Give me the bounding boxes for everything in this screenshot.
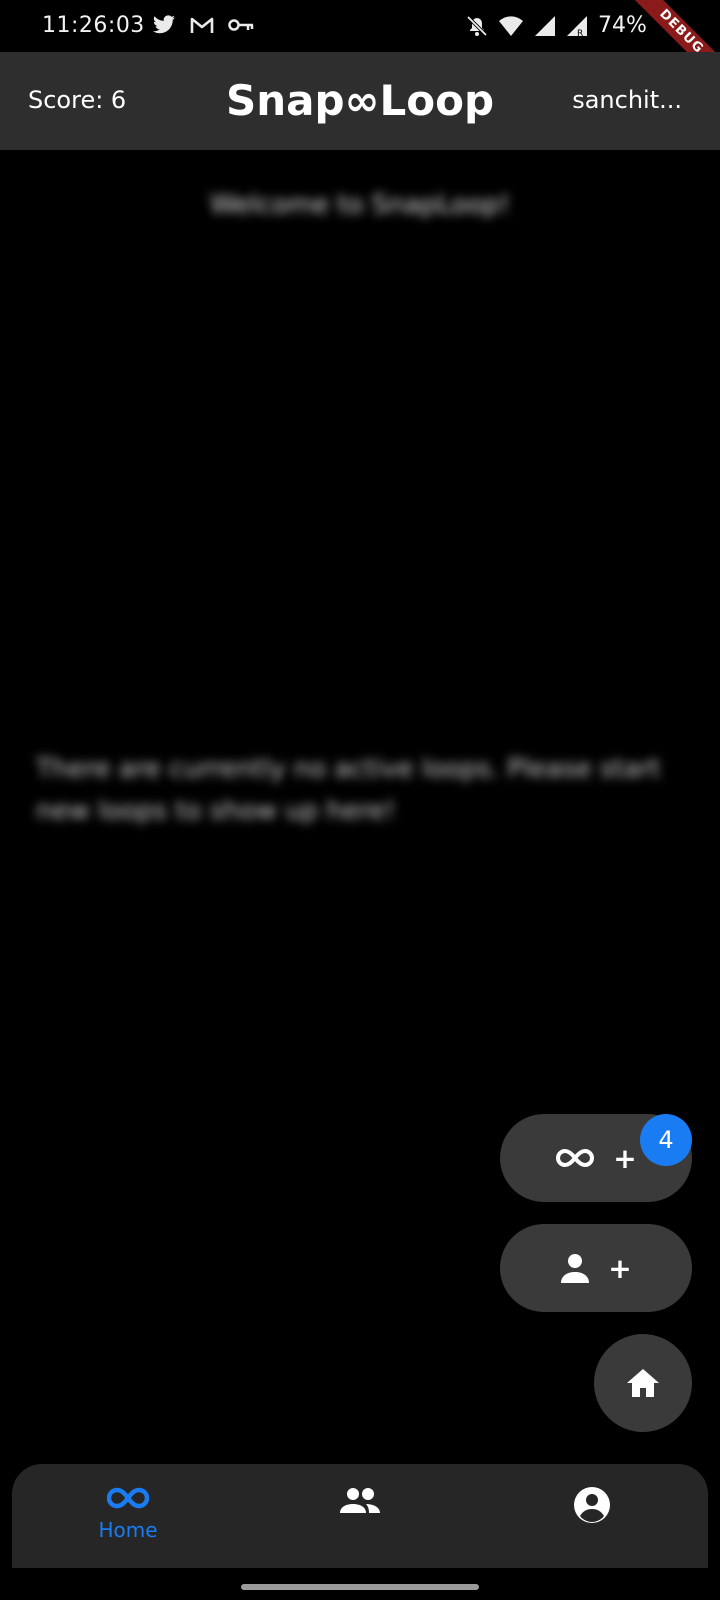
app-bar: Score: 6 Snap∞Loop sanchit...	[0, 52, 720, 150]
empty-loops-message: There are currently no active loops. Ple…	[36, 754, 661, 826]
username-button[interactable]: sanchit...	[572, 86, 682, 114]
status-right-icons: R	[466, 15, 590, 37]
status-left-icons	[152, 15, 254, 35]
bottom-navigation: Home	[12, 1464, 708, 1568]
notifications-off-icon	[466, 15, 488, 37]
gmail-icon	[190, 17, 214, 33]
wifi-icon	[499, 16, 523, 36]
key-icon	[228, 19, 254, 31]
score-label: Score: 6	[28, 86, 127, 114]
plus-icon: +	[613, 1141, 637, 1175]
nav-label-home: Home	[98, 1518, 158, 1542]
svg-text:R: R	[577, 29, 583, 37]
account-circle-icon	[574, 1487, 610, 1523]
plus-icon: +	[608, 1251, 632, 1285]
twitter-icon	[153, 15, 175, 34]
person-icon	[561, 1254, 590, 1283]
home-icon	[627, 1369, 659, 1397]
nav-item-home[interactable]: Home	[12, 1464, 244, 1568]
signal-icon	[535, 16, 555, 36]
battery-percentage: 74%	[598, 13, 647, 38]
nav-item-friends[interactable]	[244, 1464, 476, 1568]
infinity-icon	[556, 1148, 595, 1168]
status-time: 11:26:03	[42, 13, 145, 38]
infinity-icon	[107, 1487, 149, 1509]
nav-item-profile[interactable]	[476, 1464, 708, 1568]
app-screen: 11:26:03 R 74% DEBUG Score: 6 Snap∞Loop …	[0, 0, 720, 1600]
people-icon	[340, 1488, 380, 1513]
signal-roaming-icon: R	[567, 16, 587, 37]
home-button[interactable]	[594, 1334, 692, 1432]
gesture-home-indicator[interactable]	[241, 1584, 479, 1590]
add-friend-button[interactable]: +	[500, 1224, 692, 1312]
notification-badge: 4	[640, 1114, 692, 1166]
welcome-text: Welcome to SnapLoop!	[210, 190, 510, 220]
status-bar: 11:26:03 R 74% DEBUG	[0, 0, 720, 93]
